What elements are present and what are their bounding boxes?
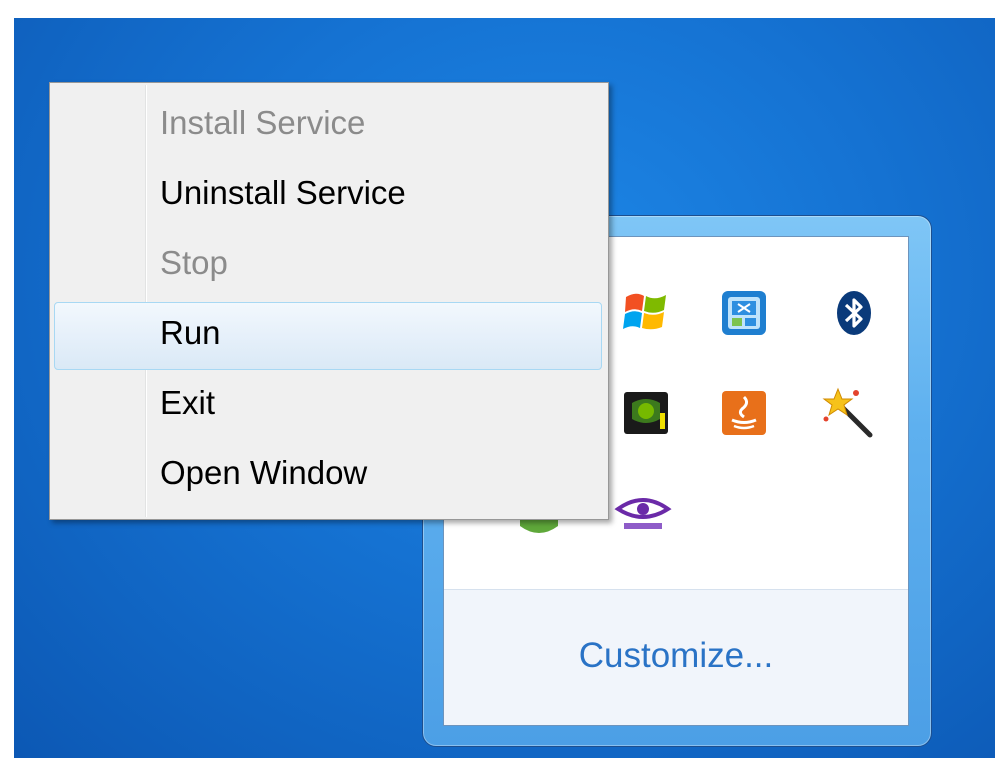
menu-item-label: Install Service — [160, 104, 366, 141]
windows-flag-icon[interactable] — [622, 287, 670, 335]
bluetooth-icon[interactable] — [830, 289, 878, 337]
blue-app-icon[interactable] — [720, 289, 768, 337]
magic-wand-icon[interactable] — [820, 385, 873, 438]
menu-item-label: Exit — [160, 384, 216, 421]
menu-item-uninstall-service[interactable]: Uninstall Service — [54, 162, 602, 230]
menu-item-exit[interactable]: Exit — [54, 372, 602, 440]
context-menu: Install Service Uninstall Service Stop R… — [49, 82, 609, 520]
menu-item-label: Stop — [160, 244, 228, 281]
java-icon[interactable] — [720, 389, 768, 437]
menu-item-run[interactable]: Run — [54, 302, 602, 370]
tray-footer: Customize... — [444, 589, 908, 725]
menu-item-label: Uninstall Service — [160, 174, 406, 211]
menu-item-install-service[interactable]: Install Service — [54, 92, 602, 160]
gpu-icon[interactable] — [622, 389, 670, 437]
customize-link[interactable]: Customize... — [444, 636, 908, 676]
menu-item-label: Run — [160, 314, 221, 351]
eye-icon[interactable] — [614, 495, 672, 535]
menu-item-label: Open Window — [160, 454, 368, 491]
menu-item-open-window[interactable]: Open Window — [54, 442, 602, 510]
menu-item-stop[interactable]: Stop — [54, 232, 602, 300]
